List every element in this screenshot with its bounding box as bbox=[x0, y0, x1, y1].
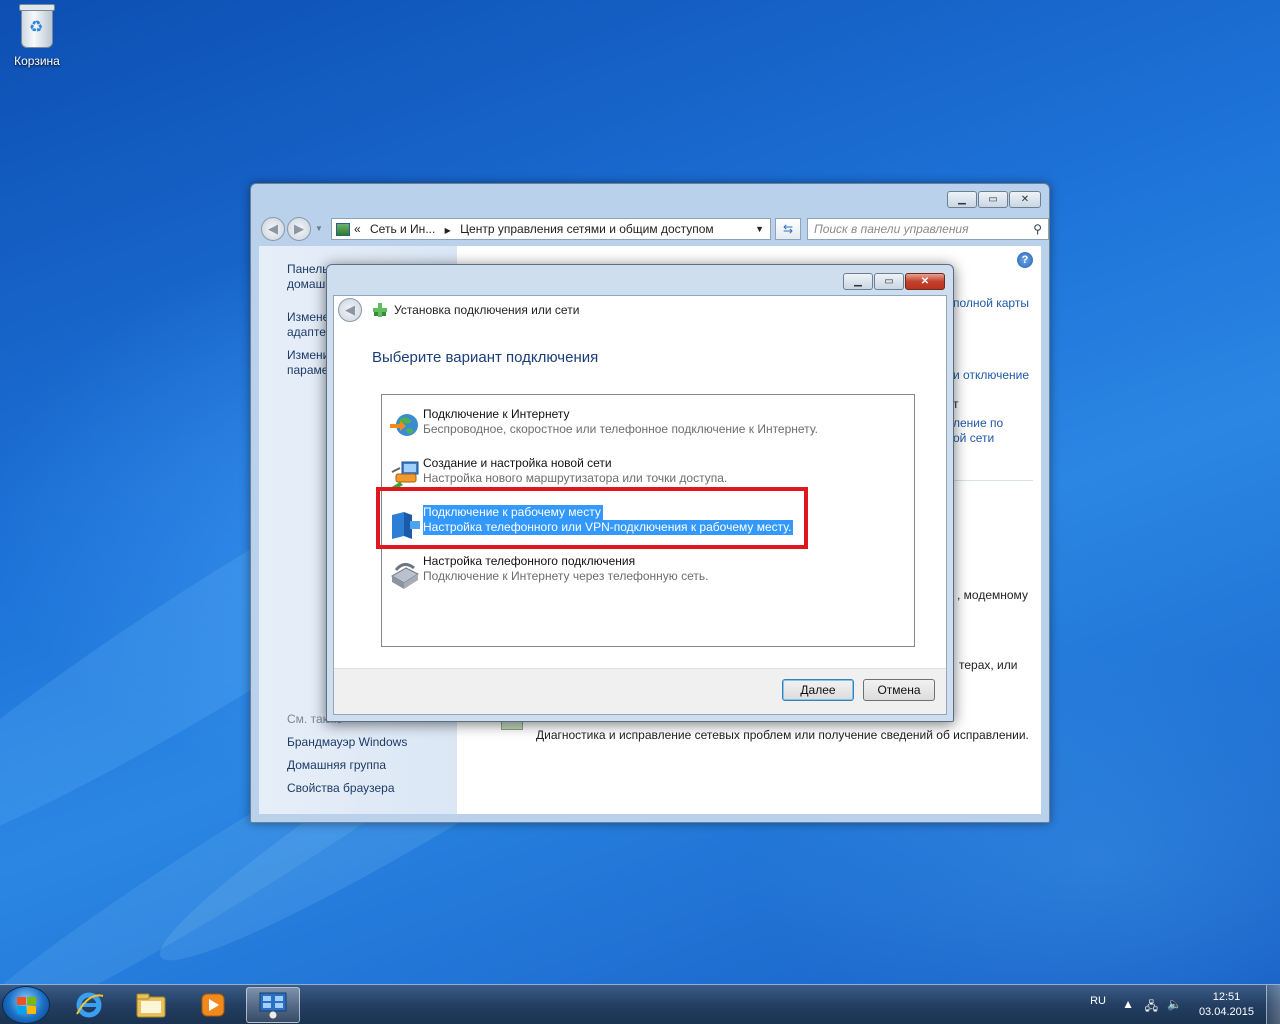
taskbar-internet-explorer[interactable] bbox=[62, 987, 116, 1023]
view-full-map-link[interactable]: полной карты bbox=[953, 296, 1029, 311]
media-player-icon bbox=[201, 993, 225, 1017]
option-dialup[interactable]: Настройка телефонного подключения Подклю… bbox=[386, 554, 906, 594]
dialog-back-button[interactable]: ◀ bbox=[338, 298, 362, 322]
dialog-caption-buttons: ▁ ▭ ✕ bbox=[843, 273, 945, 290]
connection-wizard-dialog: ▁ ▭ ✕ ◀ Установка подключения или сети В… bbox=[326, 264, 954, 722]
network-tray-icon[interactable]: 🖧 bbox=[1145, 997, 1158, 1018]
history-dropdown-icon[interactable]: ▼ bbox=[315, 224, 323, 233]
telephone-icon bbox=[391, 563, 420, 589]
dialog-maximize-button[interactable]: ▭ bbox=[874, 273, 904, 290]
window-caption-buttons: ▁ ▭ ✕ bbox=[947, 191, 1041, 208]
dialog-header: ◀ Установка подключения или сети bbox=[334, 296, 946, 324]
taskbar: RU ▲ 🖧 🔈 12:51 03.04.2015 bbox=[0, 984, 1280, 1024]
setup-description-fragment: , модемному bbox=[957, 588, 1028, 602]
network-control-panel-icon bbox=[259, 992, 287, 1020]
back-arrow-icon: ◀ bbox=[345, 302, 355, 317]
help-icon[interactable]: ? bbox=[1017, 252, 1033, 268]
option-description: Настройка нового маршрутизатора или точк… bbox=[423, 471, 728, 485]
dialog-close-button[interactable]: ✕ bbox=[905, 273, 945, 290]
recycle-bin[interactable]: Корзина bbox=[6, 4, 68, 68]
see-also-browser-properties[interactable]: Свойства браузера bbox=[287, 781, 447, 796]
back-arrow-icon: ◀ bbox=[268, 221, 278, 236]
dialog-heading: Выберите вариант подключения bbox=[372, 349, 599, 366]
see-also-firewall[interactable]: Брандмауэр Windows bbox=[287, 735, 447, 750]
show-desktop-button[interactable] bbox=[1266, 985, 1280, 1024]
workplace-vpn-icon bbox=[392, 512, 420, 539]
option-title: Подключение к Интернету bbox=[423, 407, 570, 421]
windows-logo-icon bbox=[17, 997, 37, 1015]
volume-tray-icon[interactable]: 🔈 bbox=[1167, 997, 1182, 1011]
minimize-button[interactable]: ▁ bbox=[947, 191, 977, 208]
see-also-homegroup[interactable]: Домашняя группа bbox=[287, 758, 447, 773]
network-type-link-line2[interactable]: ой сети bbox=[953, 431, 994, 446]
forward-arrow-icon: ▶ bbox=[294, 221, 304, 236]
close-button[interactable]: ✕ bbox=[1009, 191, 1041, 208]
option-internet[interactable]: Подключение к Интернету Беспроводное, ск… bbox=[386, 407, 906, 447]
option-title: Создание и настройка новой сети bbox=[423, 456, 612, 470]
breadcrumb-overflow[interactable]: « bbox=[354, 219, 361, 239]
back-button[interactable]: ◀ bbox=[261, 217, 285, 241]
internet-explorer-icon bbox=[76, 992, 104, 1018]
option-title: Подключение к рабочему месту bbox=[423, 505, 603, 520]
breadcrumb-separator-icon[interactable]: ▶ bbox=[445, 226, 451, 235]
search-input[interactable]: Поиск в панели управления ⚲ bbox=[807, 218, 1049, 240]
cancel-button[interactable]: Отмена bbox=[863, 679, 935, 701]
dialog-title: Установка подключения или сети bbox=[394, 303, 580, 317]
taskbar-network-control-panel[interactable] bbox=[246, 987, 300, 1023]
navigation-bar: ◀ ▶ ▼ « Сеть и Ин... ▶ Центр управления … bbox=[259, 216, 1049, 242]
dialog-minimize-button[interactable]: ▁ bbox=[843, 273, 873, 290]
search-icon[interactable]: ⚲ bbox=[1033, 219, 1042, 239]
recycle-bin-icon bbox=[19, 4, 55, 48]
next-button[interactable]: Далее bbox=[782, 679, 854, 701]
breadcrumb-network-internet[interactable]: Сеть и Ин... bbox=[370, 222, 435, 236]
network-setup-icon bbox=[373, 303, 387, 317]
option-description: Настройка телефонного или VPN-подключени… bbox=[423, 520, 794, 535]
show-hidden-icons-button[interactable]: ▲ bbox=[1122, 997, 1134, 1011]
refresh-icon: ⇆ bbox=[782, 222, 794, 236]
start-button[interactable] bbox=[2, 986, 50, 1024]
clock-time: 12:51 bbox=[1212, 991, 1241, 1003]
clock-date: 03.04.2015 bbox=[1198, 1006, 1254, 1018]
clock[interactable]: 12:51 03.04.2015 bbox=[1199, 990, 1254, 1020]
dialog-body: ◀ Установка подключения или сети Выберит… bbox=[333, 295, 947, 715]
explorer-folder-icon bbox=[136, 993, 166, 1018]
taskbar-explorer[interactable] bbox=[124, 987, 178, 1023]
divider bbox=[953, 480, 1033, 481]
search-placeholder: Поиск в панели управления bbox=[814, 222, 969, 236]
address-bar[interactable]: « Сеть и Ин... ▶ Центр управления сетями… bbox=[331, 218, 771, 240]
option-workplace[interactable]: Подключение к рабочему месту Настройка т… bbox=[386, 505, 906, 545]
connect-disconnect-link[interactable]: и отключение bbox=[953, 368, 1029, 383]
forward-button[interactable]: ▶ bbox=[287, 217, 311, 241]
new-network-icon bbox=[390, 461, 419, 491]
option-description: Беспроводное, скоростное или телефонное … bbox=[423, 422, 818, 436]
option-title: Настройка телефонного подключения bbox=[423, 554, 636, 568]
dialog-footer: Далее Отмена bbox=[334, 668, 946, 714]
recycle-bin-label: Корзина bbox=[14, 54, 60, 68]
option-description: Подключение к Интернету через телефонную… bbox=[423, 569, 709, 583]
option-new-network[interactable]: Создание и настройка новой сети Настройк… bbox=[386, 456, 906, 496]
breadcrumb-network-center[interactable]: Центр управления сетями и общим доступом bbox=[460, 222, 714, 236]
homegroup-description-fragment: терах, или bbox=[959, 658, 1018, 672]
connection-options-list: Подключение к Интернету Беспроводное, ск… bbox=[381, 394, 915, 647]
internet-globe-icon bbox=[390, 414, 418, 436]
maximize-button[interactable]: ▭ bbox=[978, 191, 1008, 208]
language-indicator[interactable]: RU bbox=[1090, 995, 1106, 1007]
taskbar-media-player[interactable] bbox=[186, 987, 240, 1023]
refresh-button[interactable]: ⇆ bbox=[775, 218, 801, 240]
address-dropdown-icon[interactable]: ▼ bbox=[755, 219, 764, 239]
network-type-link[interactable]: ление по bbox=[953, 416, 1003, 431]
troubleshoot-description: Диагностика и исправление сетевых пробле… bbox=[536, 728, 1029, 742]
control-panel-icon bbox=[336, 223, 350, 236]
